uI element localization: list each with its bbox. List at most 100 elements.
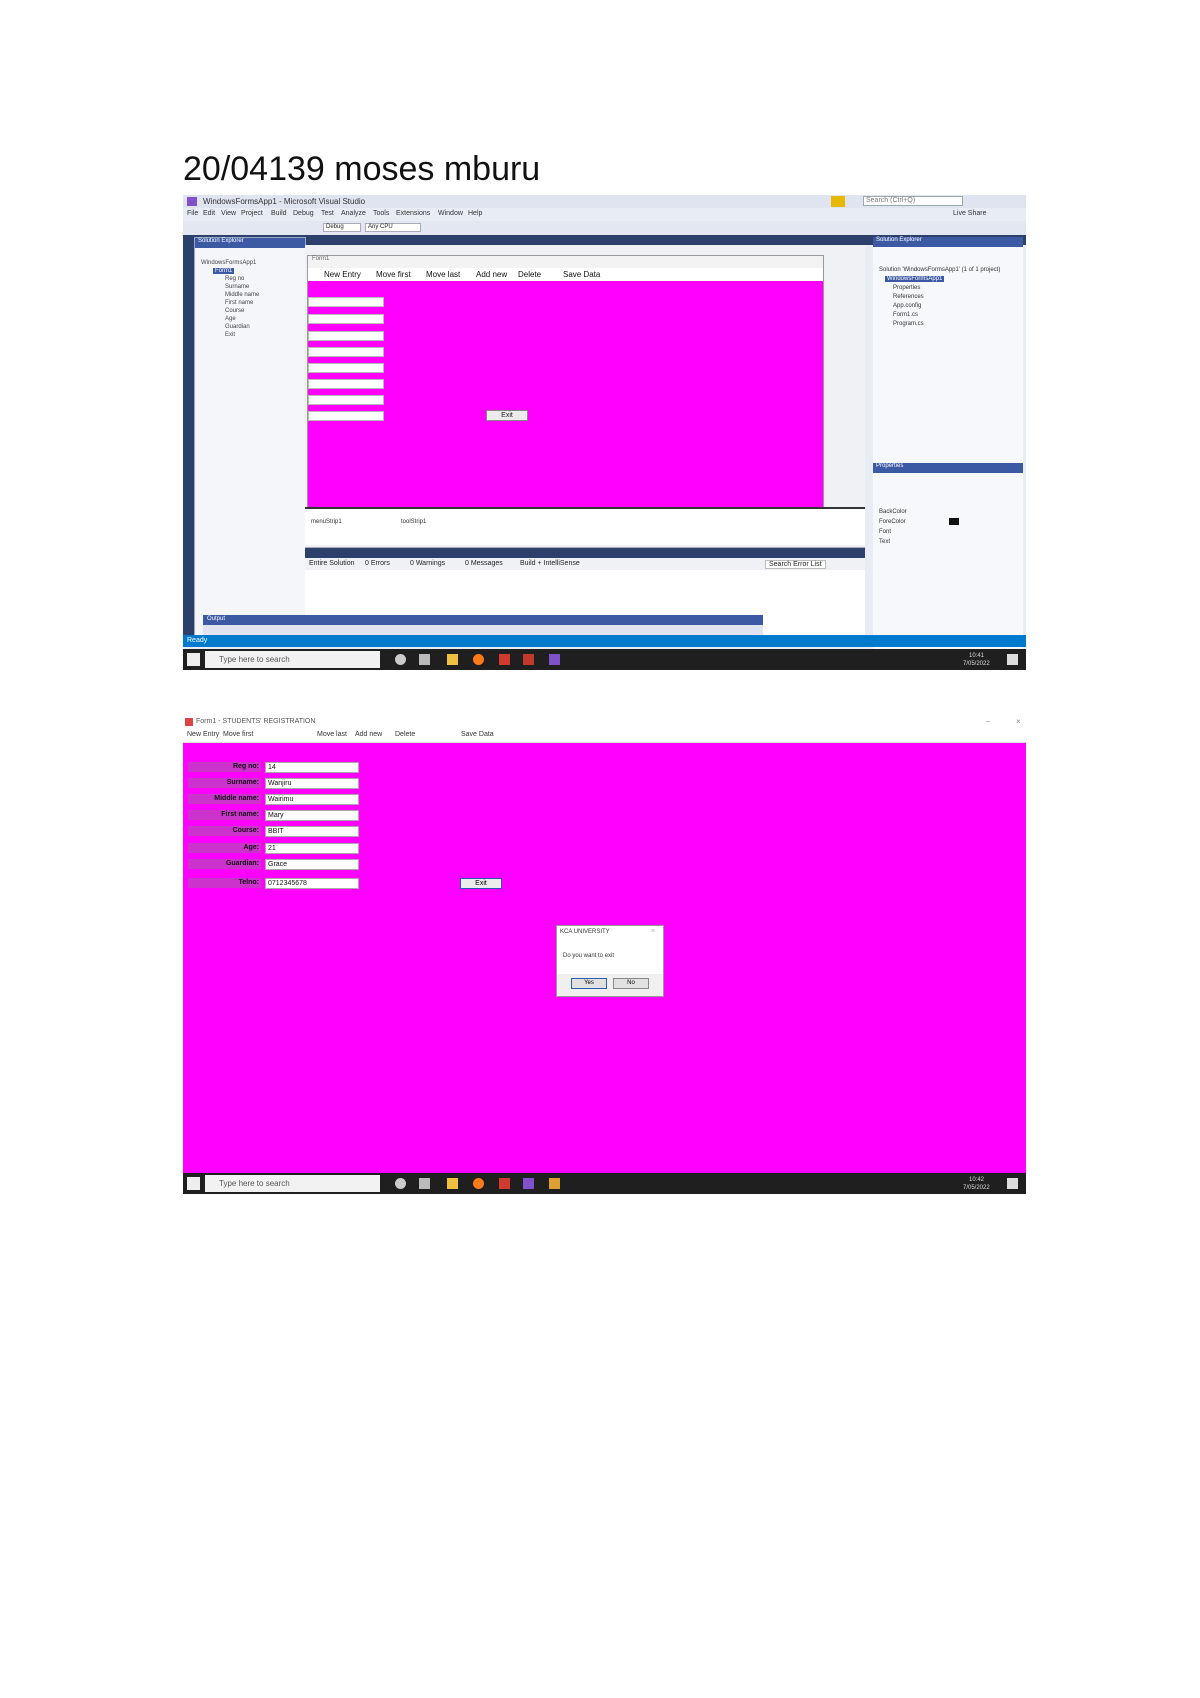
reg-no-field[interactable]: 14 <box>265 762 359 773</box>
tree-item[interactable]: Form1 <box>213 268 235 274</box>
right-tree-item[interactable]: Form1.cs <box>893 312 918 318</box>
property-row[interactable]: Text <box>879 539 890 545</box>
designer-menu-save-data[interactable]: Save Data <box>563 270 600 279</box>
vs-menu-window[interactable]: Window <box>438 210 463 217</box>
vs-menu-view[interactable]: View <box>221 210 236 217</box>
designer-menu-new-entry[interactable]: New Entry <box>324 270 361 279</box>
right-tree-item[interactable]: App.config <box>893 303 921 309</box>
property-row[interactable]: BackColor <box>879 509 907 515</box>
warnings-filter[interactable]: 0 Warnings <box>410 560 445 567</box>
app-icon[interactable] <box>499 1178 510 1189</box>
tree-item[interactable]: Reg no <box>225 276 244 282</box>
errors-filter[interactable]: 0 Errors <box>365 560 390 567</box>
taskbar-search[interactable]: Type here to search <box>205 651 380 668</box>
app-icon[interactable] <box>523 654 534 665</box>
error-scope-dropdown[interactable]: Entire Solution <box>309 560 355 567</box>
menu-move-last[interactable]: Move last <box>317 731 347 738</box>
taskbar-search[interactable]: Type here to search <box>205 1175 380 1192</box>
property-row[interactable]: ForeColor <box>879 519 906 525</box>
age-field[interactable]: 21 <box>265 843 359 854</box>
designer-textbox[interactable] <box>308 379 384 389</box>
file-explorer-icon[interactable] <box>447 654 458 665</box>
visual-studio-icon[interactable] <box>523 1178 534 1189</box>
right-tree-item[interactable]: References <box>893 294 924 300</box>
app-icon[interactable] <box>499 654 510 665</box>
config-dropdown[interactable]: Debug <box>323 223 361 232</box>
tree-item[interactable]: Age <box>225 316 236 322</box>
firefox-icon[interactable] <box>473 654 484 665</box>
visual-studio-icon[interactable] <box>549 654 560 665</box>
designer-textbox[interactable] <box>308 347 384 357</box>
cortana-icon[interactable] <box>395 1178 406 1189</box>
designer-textbox[interactable] <box>308 297 384 307</box>
designer-menu-delete[interactable]: Delete <box>518 270 541 279</box>
notification-icon[interactable] <box>1007 1178 1018 1189</box>
vs-menu-test[interactable]: Test <box>321 210 334 217</box>
tree-item[interactable]: Course <box>225 308 244 314</box>
dialog-yes-button[interactable]: Yes <box>571 978 607 989</box>
vs-menu-help[interactable]: Help <box>468 210 482 217</box>
vs-menu-tools[interactable]: Tools <box>373 210 389 217</box>
telno-field[interactable]: 0712345678 <box>265 878 359 889</box>
windows-start-icon[interactable] <box>187 653 200 666</box>
tray-toolstrip[interactable]: toolStrip1 <box>401 519 426 525</box>
live-share-button[interactable]: Live Share <box>953 210 986 217</box>
minimize-icon[interactable]: – <box>986 717 990 726</box>
tree-item[interactable]: Middle name <box>225 292 259 298</box>
running-app-icon[interactable] <box>549 1178 560 1189</box>
course-field[interactable]: BBIT <box>265 826 359 837</box>
feedback-icon[interactable] <box>831 196 845 207</box>
menu-add-new[interactable]: Add new <box>355 731 382 738</box>
firefox-icon[interactable] <box>473 1178 484 1189</box>
close-icon[interactable]: × <box>1016 717 1021 726</box>
designer-form[interactable]: Form1 New Entry Move first Move last Add… <box>307 255 824 509</box>
designer-textbox[interactable] <box>308 363 384 373</box>
vs-search-input[interactable]: Search (Ctrl+Q) <box>863 196 963 206</box>
right-tree-item[interactable]: Solution 'WindowsFormsApp1' (1 of 1 proj… <box>879 267 1000 273</box>
task-view-icon[interactable] <box>419 1178 430 1189</box>
designer-textbox[interactable] <box>308 395 384 405</box>
windows-start-icon[interactable] <box>187 1177 200 1190</box>
menu-delete[interactable]: Delete <box>395 731 415 738</box>
designer-exit-button[interactable]: Exit <box>486 410 528 421</box>
dialog-no-button[interactable]: No <box>613 978 649 989</box>
right-tree-item[interactable]: Properties <box>893 285 920 291</box>
tray-menustrip[interactable]: menuStrip1 <box>311 519 342 525</box>
tree-item[interactable]: Exit <box>225 332 235 338</box>
surname-field[interactable]: Wanjiru <box>265 778 359 789</box>
tree-item[interactable]: First name <box>225 300 253 306</box>
designer-textbox[interactable] <box>308 314 384 324</box>
task-view-icon[interactable] <box>419 654 430 665</box>
build-filter-dropdown[interactable]: Build + IntelliSense <box>520 560 580 567</box>
right-tree-item[interactable]: WindowsFormsApp1 <box>885 276 945 282</box>
vs-menu-build[interactable]: Build <box>271 210 287 217</box>
designer-menu-move-first[interactable]: Move first <box>376 270 411 279</box>
guardian-field[interactable]: Grace <box>265 859 359 870</box>
designer-textbox[interactable] <box>308 411 384 421</box>
vs-menu-analyze[interactable]: Analyze <box>341 210 366 217</box>
menu-move-first[interactable]: Move first <box>223 731 253 738</box>
dialog-close-icon[interactable]: × <box>651 928 655 935</box>
designer-menu-move-last[interactable]: Move last <box>426 270 460 279</box>
exit-button[interactable]: Exit <box>460 878 502 889</box>
designer-menu-add-new[interactable]: Add new <box>476 270 507 279</box>
first-name-field[interactable]: Mary <box>265 810 359 821</box>
menu-save-data[interactable]: Save Data <box>461 731 494 738</box>
messages-filter[interactable]: 0 Messages <box>465 560 503 567</box>
error-list-search[interactable]: Search Error List <box>765 560 826 569</box>
menu-new-entry[interactable]: New Entry <box>187 731 219 738</box>
platform-dropdown[interactable]: Any CPU <box>365 223 421 232</box>
notification-icon[interactable] <box>1007 654 1018 665</box>
vs-menu-debug[interactable]: Debug <box>293 210 314 217</box>
vs-menu-file[interactable]: File <box>187 210 198 217</box>
tree-item[interactable]: Surname <box>225 284 249 290</box>
designer-textbox[interactable] <box>308 331 384 341</box>
file-explorer-icon[interactable] <box>447 1178 458 1189</box>
middle-name-field[interactable]: Wairimu <box>265 794 359 805</box>
right-tree-item[interactable]: Program.cs <box>893 321 924 327</box>
property-row[interactable]: Font <box>879 529 891 535</box>
tree-item[interactable]: Guardian <box>225 324 250 330</box>
vs-menu-extensions[interactable]: Extensions <box>396 210 430 217</box>
vs-menu-project[interactable]: Project <box>241 210 263 217</box>
tree-item[interactable]: WindowsFormsApp1 <box>201 260 256 266</box>
